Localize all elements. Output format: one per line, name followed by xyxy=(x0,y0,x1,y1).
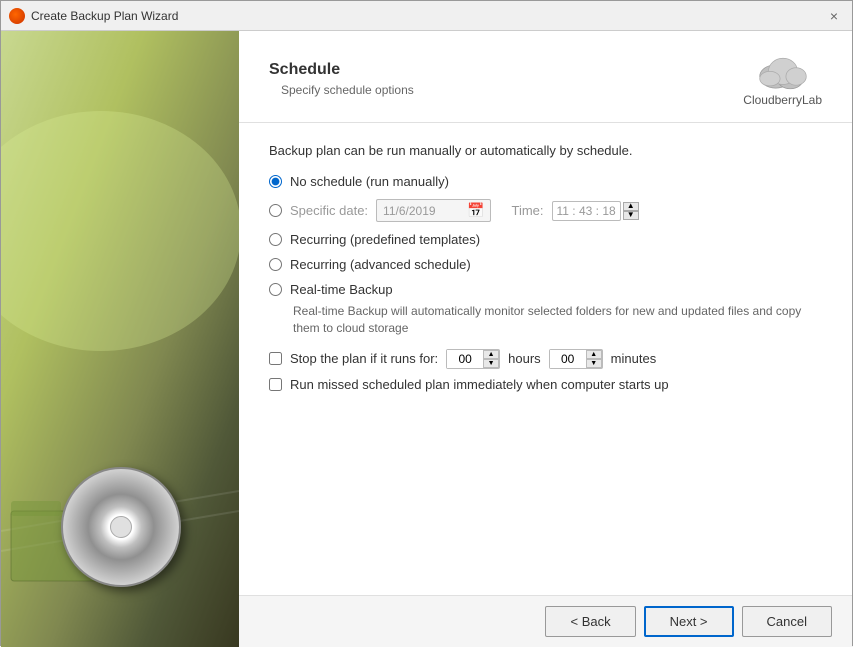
time-label: Time: xyxy=(511,203,543,218)
missed-plan-row: Run missed scheduled plan immediately wh… xyxy=(269,377,822,392)
time-row: Time: 11 : 43 : 18 ▲ ▼ xyxy=(503,201,638,221)
hours-spinners: ▲ ▼ xyxy=(483,350,499,368)
recurring-advanced-label[interactable]: Recurring (advanced schedule) xyxy=(290,257,471,272)
time-spinner-down[interactable]: ▼ xyxy=(623,211,639,220)
minutes-spinners: ▲ ▼ xyxy=(586,350,602,368)
realtime-note: Real-time Backup will automatically moni… xyxy=(293,303,822,337)
date-input[interactable] xyxy=(383,204,463,218)
recurring-advanced-radio[interactable] xyxy=(269,258,282,271)
realtime-radio[interactable] xyxy=(269,283,282,296)
form-content: Backup plan can be run manually or autom… xyxy=(239,123,852,595)
app-icon xyxy=(9,8,25,24)
hours-label: hours xyxy=(508,351,541,366)
content-area: Schedule Specify schedule options Cloudb… xyxy=(239,31,852,647)
sidebar xyxy=(1,31,239,647)
hours-input-wrapper: ▲ ▼ xyxy=(446,349,500,369)
missed-plan-label[interactable]: Run missed scheduled plan immediately wh… xyxy=(290,377,669,392)
no-schedule-option[interactable]: No schedule (run manually) xyxy=(269,174,822,189)
cancel-button[interactable]: Cancel xyxy=(742,606,832,637)
realtime-option[interactable]: Real-time Backup xyxy=(269,282,822,297)
specific-date-label: Specific date: xyxy=(290,203,368,218)
stop-plan-checkbox[interactable] xyxy=(269,352,282,365)
recurring-predefined-radio[interactable] xyxy=(269,233,282,246)
hours-spin-down[interactable]: ▼ xyxy=(483,359,499,368)
cloudberry-logo-icon xyxy=(753,51,813,91)
logo-text: CloudberryLab xyxy=(743,93,822,107)
time-input-wrapper: 11 : 43 : 18 xyxy=(552,201,621,221)
title-bar-text: Create Backup Plan Wizard xyxy=(31,9,824,23)
recurring-predefined-label[interactable]: Recurring (predefined templates) xyxy=(290,232,480,247)
minutes-spin-up[interactable]: ▲ xyxy=(586,350,602,359)
main-layout: Schedule Specify schedule options Cloudb… xyxy=(1,31,852,647)
footer: < Back Next > Cancel xyxy=(239,595,852,647)
sidebar-disc-decoration xyxy=(61,467,181,587)
back-button[interactable]: < Back xyxy=(545,606,635,637)
minutes-spin-down[interactable]: ▼ xyxy=(586,359,602,368)
time-value: 11 : 43 : 18 xyxy=(557,204,616,218)
next-button[interactable]: Next > xyxy=(644,606,734,637)
header-left: Schedule Specify schedule options xyxy=(269,61,414,97)
specific-date-row: Specific date: 📅 Time: 11 : 43 : 18 ▲ ▼ xyxy=(269,199,822,222)
minutes-input-wrapper: ▲ ▼ xyxy=(549,349,603,369)
missed-plan-checkbox[interactable] xyxy=(269,378,282,391)
stop-plan-label[interactable]: Stop the plan if it runs for: xyxy=(290,351,438,366)
close-button[interactable]: × xyxy=(824,6,844,26)
recurring-advanced-option[interactable]: Recurring (advanced schedule) xyxy=(269,257,822,272)
form-description: Backup plan can be run manually or autom… xyxy=(269,143,822,158)
no-schedule-label[interactable]: No schedule (run manually) xyxy=(290,174,449,189)
realtime-label[interactable]: Real-time Backup xyxy=(290,282,393,297)
page-title: Schedule xyxy=(269,61,414,79)
specific-date-radio[interactable] xyxy=(269,204,282,217)
title-bar: Create Backup Plan Wizard × xyxy=(1,1,852,31)
recurring-predefined-option[interactable]: Recurring (predefined templates) xyxy=(269,232,822,247)
date-input-wrapper: 📅 xyxy=(376,199,491,222)
header: Schedule Specify schedule options Cloudb… xyxy=(239,31,852,123)
page-subtitle: Specify schedule options xyxy=(281,83,414,97)
stop-plan-row: Stop the plan if it runs for: ▲ ▼ hours … xyxy=(269,349,822,369)
time-spinners: ▲ ▼ xyxy=(623,202,639,220)
hours-spin-up[interactable]: ▲ xyxy=(483,350,499,359)
hours-input[interactable] xyxy=(447,350,483,368)
no-schedule-radio[interactable] xyxy=(269,175,282,188)
calendar-icon[interactable]: 📅 xyxy=(467,202,484,219)
minutes-label: minutes xyxy=(611,351,657,366)
minutes-input[interactable] xyxy=(550,350,586,368)
header-logo: CloudberryLab xyxy=(743,51,822,107)
